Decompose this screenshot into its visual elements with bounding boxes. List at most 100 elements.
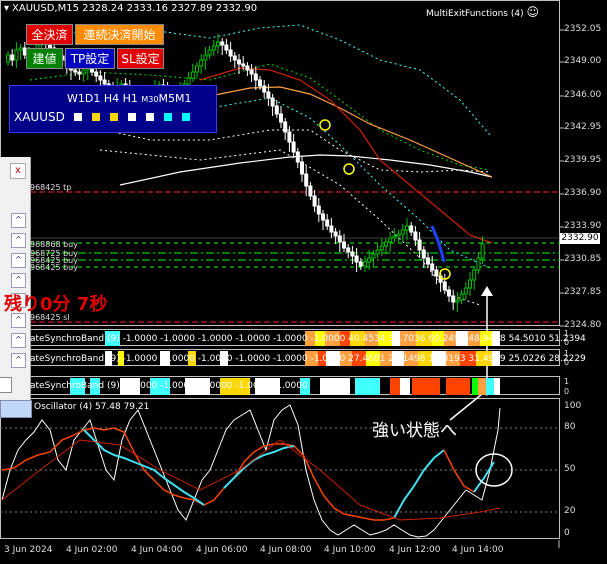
- side-panel-button-2[interactable]: ^: [11, 233, 26, 248]
- price-tick: 2339.95: [564, 155, 602, 165]
- candle-bear: [102, 79, 107, 85]
- sl-settings-button[interactable]: SL設定: [117, 48, 164, 69]
- tf-square-w1: [74, 113, 82, 121]
- price-tick: 2352.05: [564, 24, 602, 34]
- candle-bear: [413, 231, 418, 241]
- time-tick: 4 Jun 14:00: [452, 545, 504, 555]
- candle-bear: [333, 231, 338, 237]
- side-panel-button-8[interactable]: ^: [11, 353, 26, 368]
- row2-axis-bottom: 0: [564, 358, 570, 367]
- indicator-block: [478, 378, 486, 395]
- indicator-block: [400, 378, 410, 395]
- indicator-block: [412, 378, 440, 395]
- candle-bear: [451, 295, 456, 303]
- osc-tick: 0: [564, 528, 570, 538]
- time-tick: 3 Jun 2024: [4, 545, 53, 555]
- candle-bear: [426, 257, 430, 265]
- tf-square-m5: [164, 113, 172, 121]
- candle-bull: [459, 293, 464, 301]
- candle-bull: [379, 245, 384, 251]
- candle-bear: [358, 261, 363, 267]
- time-tick: 4 Jun 08:00: [260, 545, 312, 555]
- candle-bear: [270, 97, 275, 107]
- time-tick: 4 Jun 10:00: [324, 545, 376, 555]
- indicator-row-2-label: ateSynchroBand (9) -1.0000 -1.0000 -1.00…: [30, 354, 586, 364]
- expert-smiley-icon: ☺: [526, 5, 539, 19]
- side-panel-button-7[interactable]: ^: [11, 333, 26, 348]
- row1-axis-bottom: 0: [564, 338, 570, 347]
- entry-price-button[interactable]: 建値: [26, 48, 63, 69]
- candle-bull: [186, 77, 191, 85]
- tf-square-m30: [146, 113, 154, 121]
- candle-bear: [253, 73, 258, 81]
- chart-menu-triangle-icon[interactable]: ▾: [4, 3, 9, 14]
- price-tick: 2324.80: [564, 320, 602, 330]
- oscillator-cyan-line: [83, 429, 205, 506]
- time-tick: 4 Jun 04:00: [131, 545, 183, 555]
- tf-square-m1: [182, 113, 190, 121]
- indicator-row-3-label: ateSynchroBand (9) -1.0000 -1.0000 -1.00…: [30, 381, 308, 391]
- candle-bull: [207, 49, 212, 56]
- buy-line-label-1: 968868 buy: [30, 240, 78, 249]
- candle-bull: [375, 249, 380, 255]
- callout-text: 強い状態へ: [372, 421, 457, 441]
- candle-bear: [77, 71, 82, 75]
- oscillator-orange-line-2: [443, 449, 475, 493]
- candle-bull: [400, 229, 405, 235]
- side-panel-button-4[interactable]: ^: [11, 273, 26, 288]
- candle-bear: [274, 105, 279, 115]
- side-panel-button-1[interactable]: ^: [11, 213, 26, 228]
- price-tick: 2333.90: [564, 221, 602, 231]
- continuous-close-start-button[interactable]: 連続決済開始: [75, 24, 164, 45]
- candle-bear: [228, 49, 233, 57]
- candle-bull: [396, 233, 401, 237]
- candle-bear: [262, 85, 267, 93]
- tp-settings-button[interactable]: TP設定: [65, 48, 115, 69]
- indicator-block: [494, 378, 500, 395]
- candle-bear: [249, 69, 254, 75]
- indicator-block: [390, 378, 400, 395]
- candle-bear: [312, 195, 317, 207]
- close-all-button[interactable]: 全決済: [26, 24, 73, 45]
- side-panel-input[interactable]: [0, 377, 12, 393]
- expert-advisor-label: MultiExitFunctions (4) ☺: [425, 5, 539, 19]
- osc-tick: 50: [564, 464, 576, 474]
- price-tick: 2342.95: [564, 122, 602, 132]
- candle-bear: [237, 59, 241, 65]
- close-icon[interactable]: x: [10, 163, 26, 179]
- candle-bear: [325, 219, 330, 227]
- price-tick: 2346.00: [564, 90, 602, 100]
- candle-bear: [350, 251, 355, 257]
- indicator-block: [320, 378, 350, 395]
- candle-bull: [81, 69, 86, 75]
- candle-bear: [10, 54, 15, 61]
- candle-bull: [203, 54, 208, 61]
- price-tick: 2330.85: [564, 254, 602, 264]
- time-tick: 4 Jun 12:00: [389, 545, 441, 555]
- candle-bull: [6, 54, 10, 63]
- osc-tick: 20: [564, 506, 576, 516]
- indicator-block: [486, 378, 494, 395]
- chart-title: ▾ XAUUSD,M15 2328.24 2333.16 2327.89 2332…: [4, 3, 258, 14]
- candle-bear: [232, 55, 237, 61]
- row2-axis-top: 1: [564, 349, 570, 358]
- candle-bull: [388, 237, 393, 243]
- row1-axis-top: 1: [564, 329, 570, 338]
- oscillator-red-line: [1, 439, 501, 521]
- signal-circle-2: [343, 163, 355, 175]
- candle-bull: [463, 287, 468, 295]
- side-panel-button-3[interactable]: ^: [11, 253, 26, 268]
- panel-symbol: XAUUSD: [14, 110, 65, 124]
- candle-bull: [195, 65, 199, 73]
- candle-bear: [417, 239, 422, 251]
- candle-bull: [384, 241, 388, 247]
- side-panel-selected-row[interactable]: [0, 400, 32, 418]
- candle-bear: [430, 263, 435, 271]
- buy-line-label-4: 968425 buy: [30, 263, 78, 272]
- side-dialog-panel: x ^ ^ ^ ^ ^ ^ ^ ^: [0, 157, 32, 418]
- candle-bear: [421, 249, 426, 259]
- candle-bear: [98, 75, 103, 81]
- current-price-tag: 2332.90: [560, 233, 600, 244]
- candle-bull: [468, 279, 472, 289]
- candle-bear: [329, 225, 334, 233]
